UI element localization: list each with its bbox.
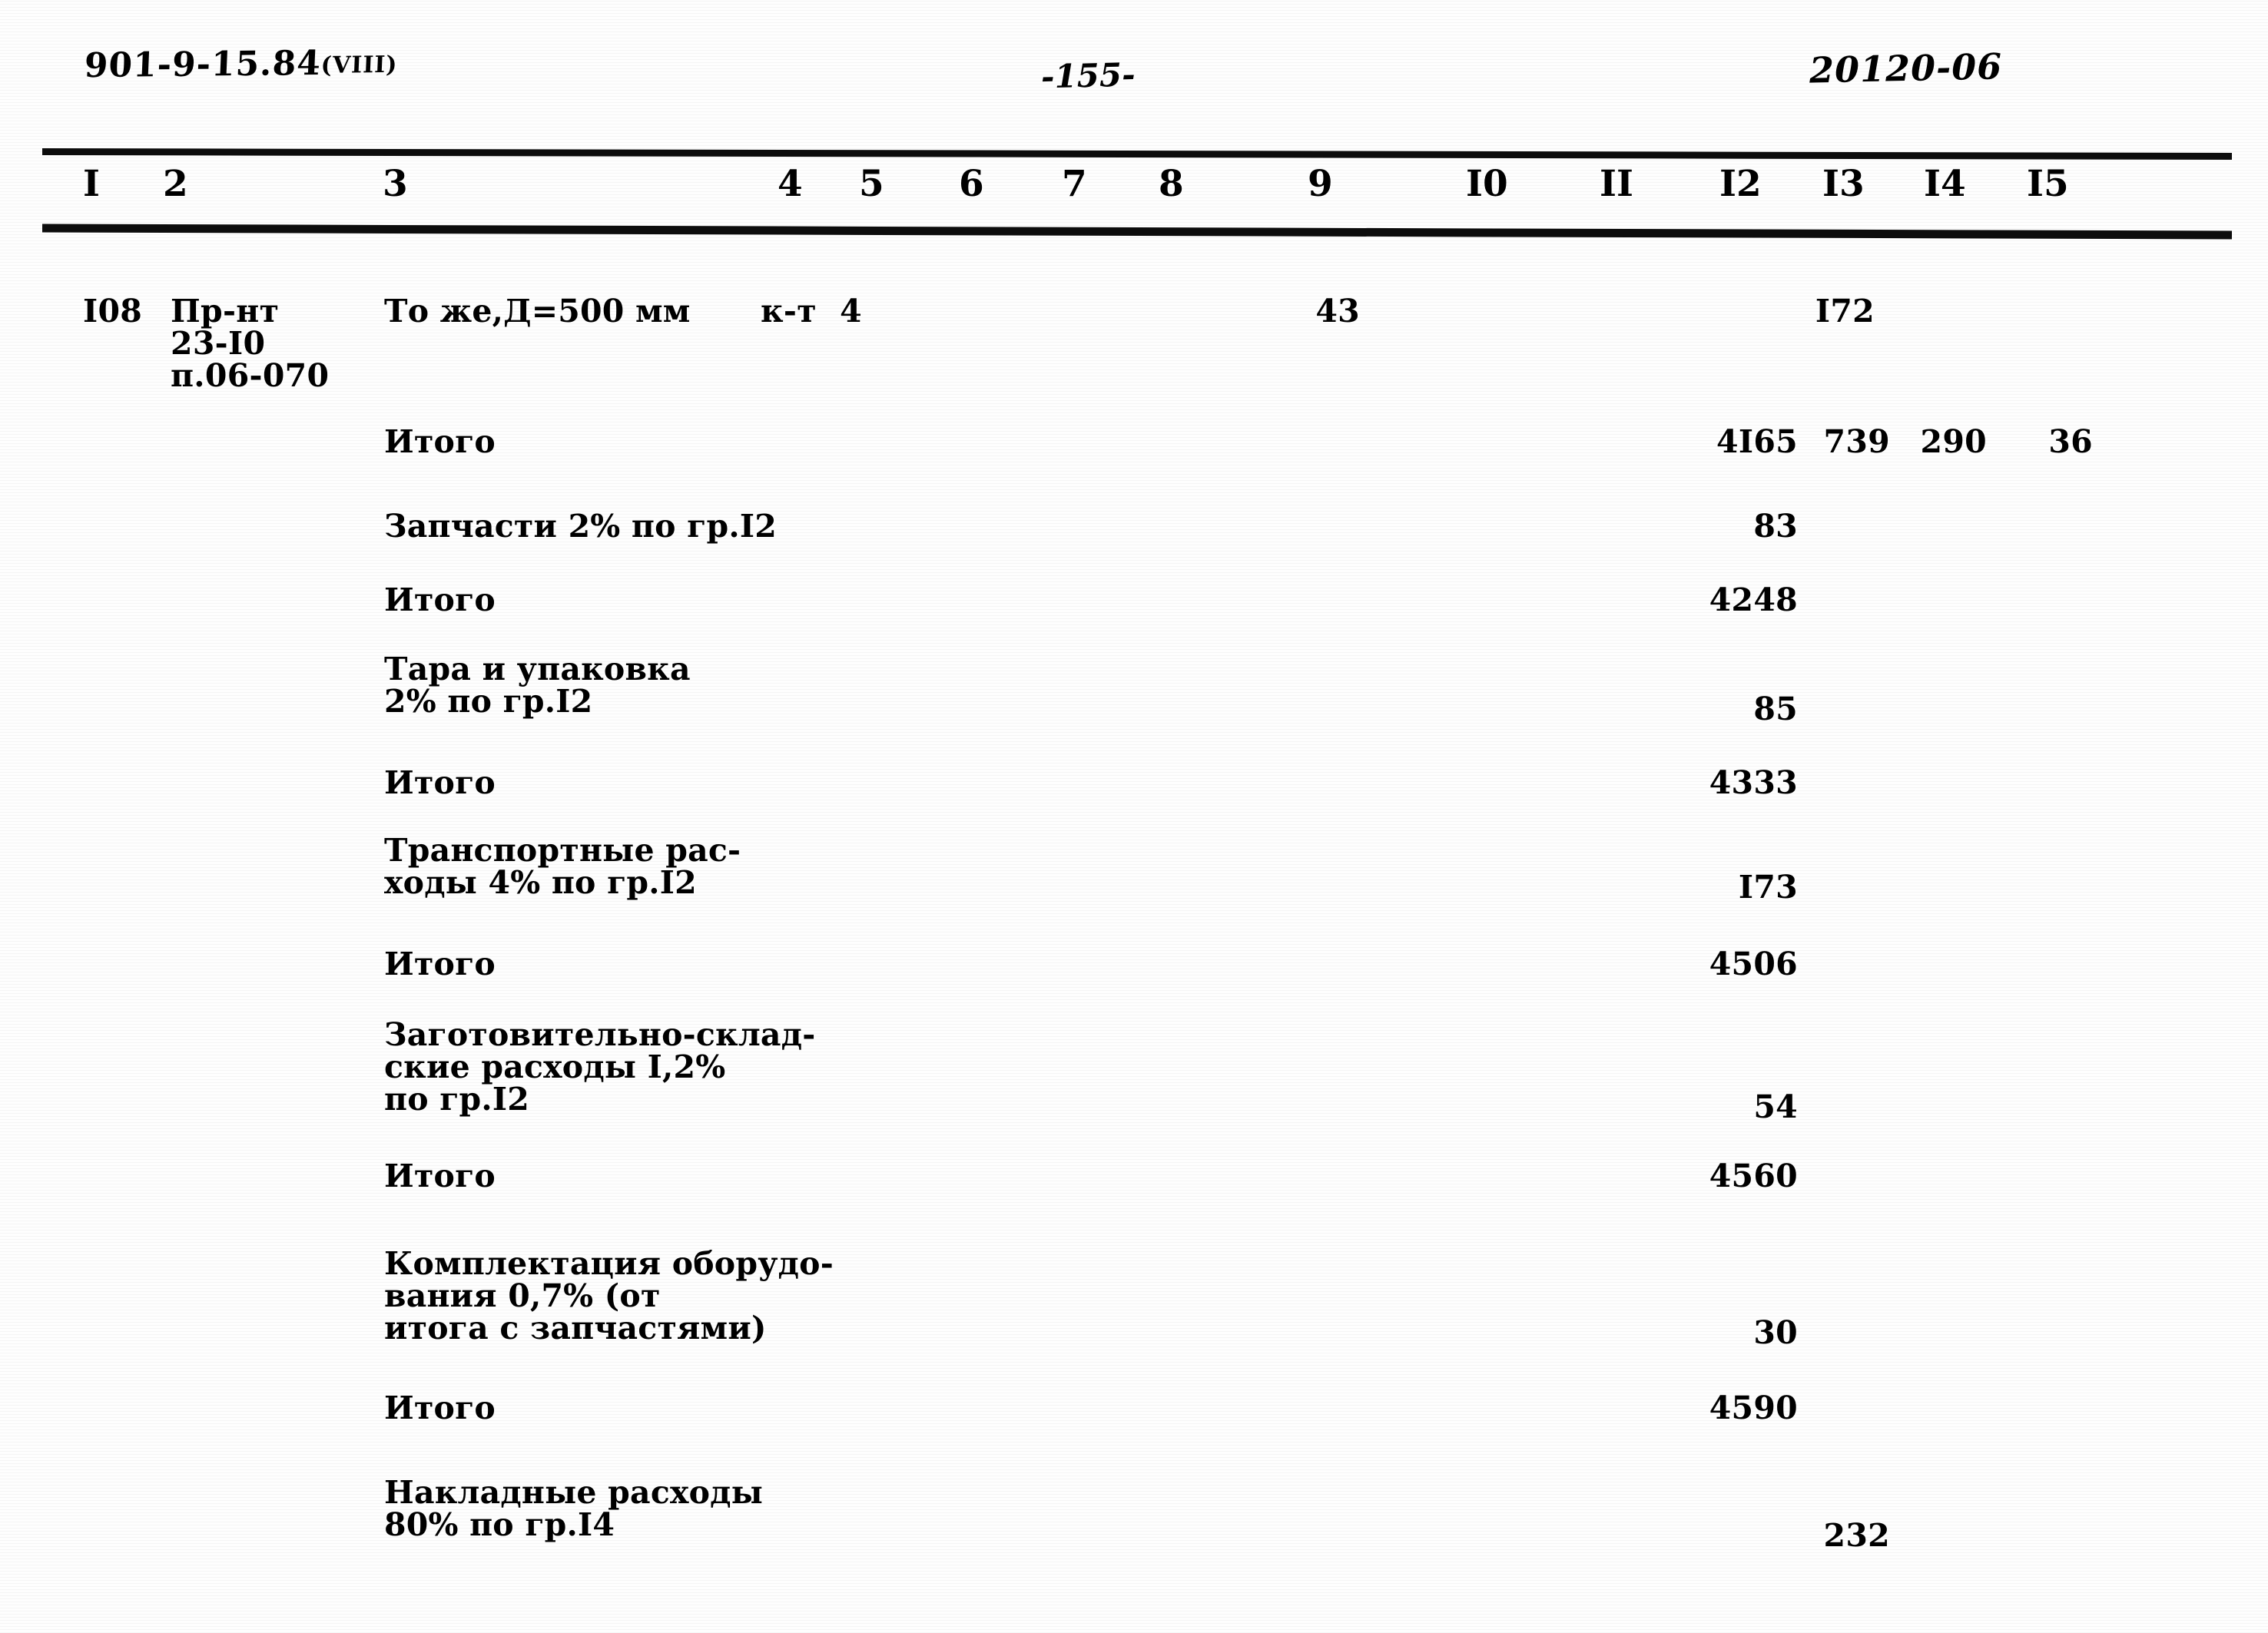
row-9-label-line1: Заготовительно-склад- xyxy=(384,1016,816,1053)
row-5-label-line1: Тара и упаковка xyxy=(384,651,691,687)
row-2-col12-value: 4I65 xyxy=(1716,423,1798,460)
document-page: 901-9-15.84(VIII) -155- 20120-06 I 2 3 4… xyxy=(0,0,2268,1633)
row-4-label: Итого xyxy=(384,581,496,618)
row-2-label: Итого xyxy=(384,423,496,460)
row-11-label-line2: вания 0,7% (от xyxy=(384,1277,661,1314)
table-body: I08 Пр-нт 23-I0 п.06-070 То же,Д=500 мм … xyxy=(0,0,2268,1633)
row-3-label: Запчасти 2% по гр.I2 xyxy=(384,508,777,545)
row-13-label-line1: Накладные расходы xyxy=(384,1474,763,1511)
row-7-col12-value: I73 xyxy=(1738,869,1798,906)
row-1-reference-line3: п.06-070 xyxy=(171,357,330,394)
row-2-col14-value: 290 xyxy=(1920,423,1987,460)
row-5-col12-value: 85 xyxy=(1753,691,1798,727)
row-1-quantity: 4 xyxy=(840,293,862,330)
row-4-col12-value: 4248 xyxy=(1709,581,1798,618)
row-9-label-line3: по гр.I2 xyxy=(384,1081,530,1118)
row-7-label-line1: Транспортные рас- xyxy=(384,832,741,869)
row-1-col13-value: I72 xyxy=(1815,293,1875,330)
row-13-label-line2: 80% по гр.I4 xyxy=(384,1506,615,1543)
row-9-col12-value: 54 xyxy=(1753,1088,1798,1125)
row-1-col9-value: 43 xyxy=(1315,293,1360,330)
row-12-label: Итого xyxy=(384,1390,496,1426)
row-8-label: Итого xyxy=(384,946,496,982)
row-1-position-number: I08 xyxy=(83,293,143,330)
row-13-col13-value: 232 xyxy=(1823,1517,1890,1554)
row-5-label-line2: 2% по гр.I2 xyxy=(384,683,593,720)
row-11-col12-value: 30 xyxy=(1753,1314,1798,1351)
row-10-label: Итого xyxy=(384,1158,496,1194)
row-10-col12-value: 4560 xyxy=(1709,1158,1798,1194)
row-6-label: Итого xyxy=(384,764,496,801)
row-7-label-line2: ходы 4% по гр.I2 xyxy=(384,864,697,901)
row-1-unit: к-т xyxy=(761,293,817,330)
row-1-reference-line1: Пр-нт xyxy=(171,293,280,330)
row-11-label-line3: итога с запчастями) xyxy=(384,1310,767,1346)
row-2-col15-value: 36 xyxy=(2048,423,2093,460)
row-12-col12-value: 4590 xyxy=(1709,1390,1798,1426)
row-9-label-line2: ские расходы I,2% xyxy=(384,1048,726,1085)
row-6-col12-value: 4333 xyxy=(1709,764,1798,801)
row-3-col12-value: 83 xyxy=(1753,508,1798,545)
row-11-label-line1: Комплектация оборудо- xyxy=(384,1245,834,1282)
row-1-reference-line2: 23-I0 xyxy=(171,325,266,362)
row-1-description: То же,Д=500 мм xyxy=(384,293,691,330)
row-2-col13-value: 739 xyxy=(1823,423,1890,460)
row-8-col12-value: 4506 xyxy=(1709,946,1798,982)
